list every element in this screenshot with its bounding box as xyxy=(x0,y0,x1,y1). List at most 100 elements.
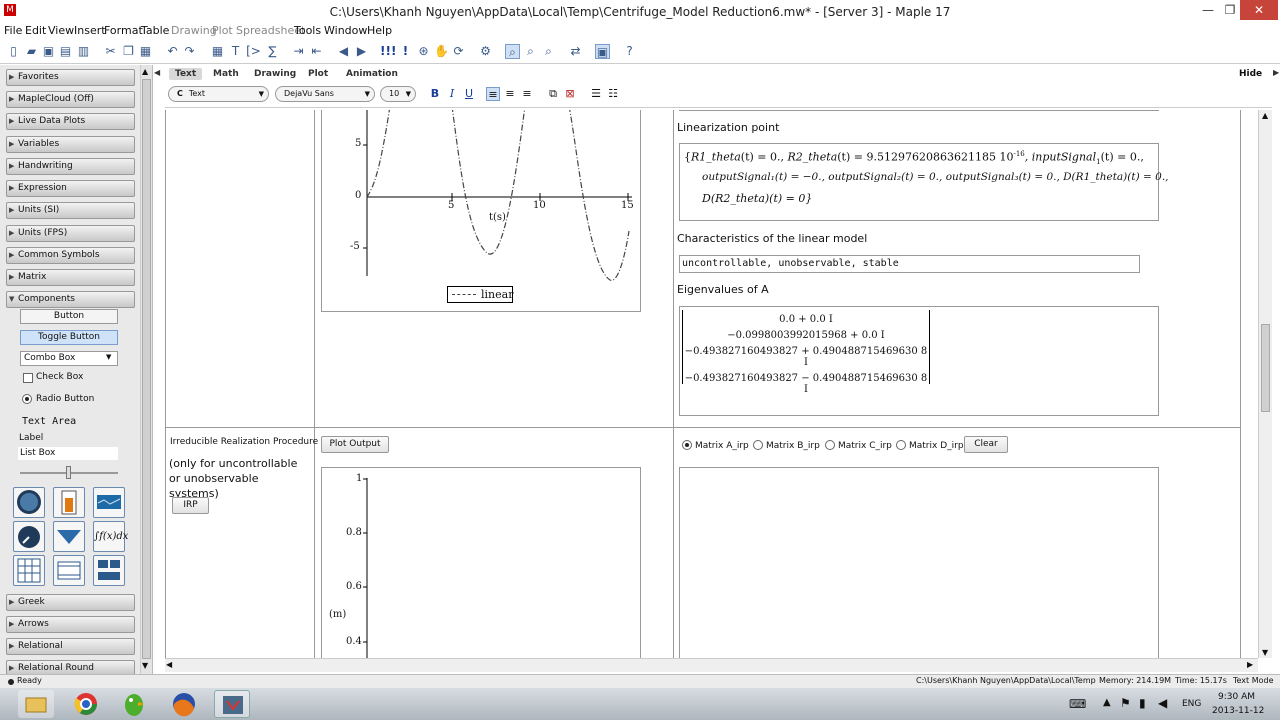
slider-thumb[interactable] xyxy=(66,466,71,479)
component-list-box[interactable]: List Box xyxy=(18,447,118,460)
menu-drawing[interactable]: Drawing xyxy=(171,24,217,37)
network-icon[interactable]: ▮ xyxy=(1139,696,1146,710)
dial-icon[interactable] xyxy=(13,521,45,552)
document-vertical-scrollbar[interactable]: ▲ ▼ xyxy=(1258,110,1272,658)
format-copy-icon[interactable]: ⧉ xyxy=(546,87,560,101)
numbered-list-icon[interactable]: ☷ xyxy=(606,87,620,101)
minimize-button[interactable]: — xyxy=(1196,0,1220,20)
palette-arrows[interactable]: Arrows xyxy=(6,616,135,633)
palette-common-symbols[interactable]: Common Symbols xyxy=(6,247,135,264)
gauge-icon[interactable] xyxy=(13,487,45,518)
insert-table-icon[interactable]: ▦ xyxy=(210,44,225,59)
component-label[interactable]: Label xyxy=(19,433,43,443)
integral-icon[interactable]: ∫f(x)dx xyxy=(93,521,128,552)
stop-icon[interactable]: ✋ xyxy=(434,44,449,59)
open-icon[interactable]: ▰ xyxy=(24,44,39,59)
restore-button[interactable]: ❐ xyxy=(1218,0,1242,20)
palette-matrix[interactable]: Matrix xyxy=(6,269,135,286)
palette-relational-round[interactable]: Relational Round xyxy=(6,660,135,676)
indent-icon[interactable]: ⇥ xyxy=(291,44,306,59)
chevron-down-icon[interactable]: ▼ xyxy=(142,661,148,670)
component-button[interactable]: Button xyxy=(20,309,118,324)
palette-favorites[interactable]: Favorites xyxy=(6,69,135,86)
palette-handwriting[interactable]: Handwriting xyxy=(6,158,135,175)
plot-output-area[interactable]: 1 0.8 0.6 0.4 (m) xyxy=(321,467,641,658)
palette-scrollbar[interactable]: ▲ ▼ xyxy=(140,65,152,675)
menu-window[interactable]: Window xyxy=(324,24,367,37)
clock-time[interactable]: 9:30 AM xyxy=(1218,692,1255,702)
palette-greek[interactable]: Greek xyxy=(6,594,135,611)
chevron-up-icon[interactable]: ▲ xyxy=(142,67,148,76)
component-check-box[interactable]: Check Box xyxy=(36,372,83,382)
file-explorer-icon[interactable] xyxy=(18,690,54,718)
cut-icon[interactable]: ✂ xyxy=(103,44,118,59)
checkbox-icon[interactable] xyxy=(23,373,33,383)
clock-date[interactable]: 2013-11-12 xyxy=(1212,706,1264,716)
tab-plot[interactable]: Plot xyxy=(302,68,334,80)
menu-tools[interactable]: Tools xyxy=(294,24,321,37)
italic-button[interactable]: I xyxy=(445,87,459,101)
zoom-100-icon[interactable]: ⌕ xyxy=(505,44,520,59)
palette-live-data-plots[interactable]: Live Data Plots xyxy=(6,113,135,130)
menu-file[interactable]: File xyxy=(4,24,22,37)
align-right-icon[interactable]: ≡ xyxy=(520,87,534,101)
execute-icon[interactable]: ! xyxy=(398,44,413,59)
radio-matrix-c-irp[interactable]: Matrix C_irp xyxy=(825,440,892,451)
chrome-icon[interactable] xyxy=(68,690,104,718)
redo-icon[interactable]: ↷ xyxy=(182,44,197,59)
palette-components[interactable]: Components xyxy=(6,291,135,308)
plot-component-icon[interactable] xyxy=(93,487,125,518)
menu-table[interactable]: Table xyxy=(141,24,169,37)
keyboard-icon[interactable]: ⌨ xyxy=(1069,697,1086,711)
forward-arrow-icon[interactable]: ▶ xyxy=(354,44,369,59)
firefox-icon[interactable] xyxy=(166,690,202,718)
radio-icon[interactable] xyxy=(22,394,35,405)
save-icon[interactable]: ▣ xyxy=(41,44,56,59)
restart-icon[interactable]: ⟳ xyxy=(451,44,466,59)
new-document-icon[interactable]: ▯ xyxy=(6,44,21,59)
radio-matrix-d-irp[interactable]: Matrix D_irp xyxy=(896,440,964,451)
radio-matrix-b-irp[interactable]: Matrix B_irp xyxy=(753,440,820,451)
hide-button[interactable]: Hide xyxy=(1239,69,1262,79)
palette-scroll-thumb[interactable] xyxy=(142,79,151,659)
text-mode-icon[interactable]: T xyxy=(228,44,243,59)
bold-button[interactable]: B xyxy=(428,87,442,101)
meter-icon[interactable] xyxy=(53,487,85,518)
parrot-app-icon[interactable] xyxy=(116,690,152,718)
irp-button[interactable]: IRP xyxy=(172,497,209,514)
component-radio-button[interactable]: Radio Button xyxy=(36,394,94,404)
help-icon[interactable]: ? xyxy=(622,44,637,59)
language-indicator[interactable]: ENG xyxy=(1182,699,1201,709)
size-dropdown[interactable]: 10 xyxy=(380,86,416,102)
chevron-up-tray-icon[interactable]: ▲ xyxy=(1103,697,1111,708)
chevron-up-icon[interactable]: ▲ xyxy=(1262,111,1268,120)
component-combo-box[interactable]: Combo Box xyxy=(20,351,118,366)
layout-grid-icon[interactable] xyxy=(93,555,125,586)
math-mode-icon[interactable]: ∑ xyxy=(265,44,280,59)
menu-insert[interactable]: Insert xyxy=(74,24,106,37)
mathcontainer-icon[interactable] xyxy=(53,521,85,552)
swap-icon[interactable]: ⇄ xyxy=(568,44,583,59)
menu-help[interactable]: Help xyxy=(367,24,392,37)
spreadsheet-icon[interactable] xyxy=(13,555,45,586)
execute-all-icon[interactable]: !!! xyxy=(380,44,396,59)
clear-button[interactable]: Clear xyxy=(964,436,1008,453)
zoom-200-icon[interactable]: ⌕ xyxy=(541,44,556,59)
menu-view[interactable]: View xyxy=(48,24,74,37)
outdent-icon[interactable]: ⇤ xyxy=(309,44,324,59)
print-preview-icon[interactable]: ▥ xyxy=(76,44,91,59)
collapse-palette-icon[interactable]: ◀ xyxy=(154,68,160,77)
tab-drawing[interactable]: Drawing xyxy=(248,68,302,80)
layout-icon[interactable]: ▣ xyxy=(595,44,610,59)
component-text-area[interactable]: Text Area xyxy=(22,416,76,427)
volume-icon[interactable]: ◀ xyxy=(1158,696,1167,710)
expand-panel-icon[interactable]: ▶ xyxy=(1273,68,1279,77)
palette-expression[interactable]: Expression xyxy=(6,180,135,197)
debug-icon[interactable]: ⊛ xyxy=(416,44,431,59)
prompt-icon[interactable]: [> xyxy=(246,44,261,59)
menu-format[interactable]: Format xyxy=(104,24,143,37)
flag-icon[interactable]: ⚑ xyxy=(1120,696,1131,710)
zoom-150-icon[interactable]: ⌕ xyxy=(523,44,538,59)
component-toggle-button[interactable]: Toggle Button xyxy=(20,330,118,345)
irp-matrix-output[interactable] xyxy=(679,467,1159,658)
